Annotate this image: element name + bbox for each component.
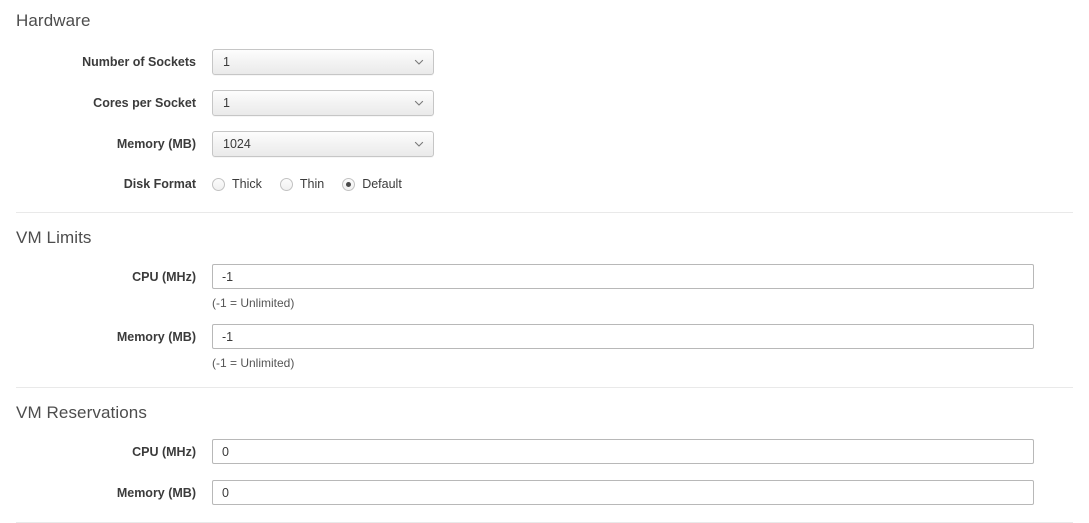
- select-memory-mb-value: 1024: [223, 137, 251, 151]
- control-number-of-sockets: 1: [212, 49, 1089, 75]
- label-number-of-sockets: Number of Sockets: [82, 55, 196, 69]
- chevron-down-icon: [414, 57, 424, 67]
- label-reservations-cpu-mhz: CPU (MHz): [132, 445, 196, 459]
- radio-mark-thick: [212, 177, 225, 191]
- form-row-reservations-cpu-mhz: CPU (MHz): [0, 439, 1089, 464]
- form-row-limits-cpu-mhz: CPU (MHz) (-1 = Unlimited): [0, 264, 1089, 310]
- radio-mark-thin: [279, 177, 293, 191]
- radio-label-default: Default: [362, 177, 402, 191]
- help-limits-cpu-mhz: (-1 = Unlimited): [212, 296, 295, 310]
- radio-label-thick: Thick: [232, 177, 262, 191]
- form-row-cores-per-socket: Cores per Socket 1: [0, 90, 1089, 116]
- radio-label-thin: Thin: [299, 177, 325, 191]
- control-limits-memory-mb: (-1 = Unlimited): [212, 324, 1089, 370]
- section-vm-limits: VM Limits CPU (MHz) (-1 = Unlimited) Mem…: [0, 213, 1089, 370]
- label-memory-mb: Memory (MB): [116, 137, 196, 151]
- radio-group-disk-format: Thick Thin Default: [212, 172, 1089, 195]
- control-disk-format: Thick Thin Default: [212, 172, 1089, 195]
- control-cores-per-socket: 1: [212, 90, 1089, 116]
- select-cores-per-socket-value: 1: [223, 96, 230, 110]
- input-reservations-cpu-mhz[interactable]: [212, 439, 1034, 464]
- radio-mark-default: [342, 177, 356, 191]
- input-limits-memory-mb[interactable]: [212, 324, 1034, 349]
- form-row-reservations-memory-mb: Memory (MB): [0, 480, 1089, 505]
- form-row-disk-format: Disk Format Thick Thin Default: [0, 172, 1089, 195]
- label-disk-format: Disk Format: [123, 177, 196, 191]
- section-title-vm-reservations: VM Reservations: [16, 403, 147, 422]
- label-cores-per-socket: Cores per Socket: [93, 96, 196, 110]
- select-cores-per-socket[interactable]: 1: [212, 90, 434, 116]
- chevron-down-icon: [414, 98, 424, 108]
- chevron-down-icon: [414, 139, 424, 149]
- label-limits-cpu-mhz: CPU (MHz): [132, 270, 196, 284]
- section-title-vm-limits: VM Limits: [16, 228, 92, 247]
- select-number-of-sockets-value: 1: [223, 55, 230, 69]
- label-reservations-memory-mb: Memory (MB): [116, 486, 196, 500]
- vm-hardware-settings-form: Hardware Number of Sockets 1 Cores per S…: [0, 0, 1089, 523]
- form-row-number-of-sockets: Number of Sockets 1: [0, 49, 1089, 75]
- form-row-memory-mb: Memory (MB) 1024: [0, 131, 1089, 157]
- input-reservations-memory-mb[interactable]: [212, 480, 1034, 505]
- control-limits-cpu-mhz: (-1 = Unlimited): [212, 264, 1089, 310]
- select-memory-mb[interactable]: 1024: [212, 131, 434, 157]
- section-vm-reservations: VM Reservations CPU (MHz) Memory (MB): [0, 388, 1089, 505]
- input-limits-cpu-mhz[interactable]: [212, 264, 1034, 289]
- control-reservations-memory-mb: [212, 480, 1089, 505]
- label-limits-memory-mb: Memory (MB): [116, 330, 196, 344]
- control-reservations-cpu-mhz: [212, 439, 1089, 464]
- select-number-of-sockets[interactable]: 1: [212, 49, 434, 75]
- help-limits-memory-mb: (-1 = Unlimited): [212, 356, 295, 370]
- section-hardware: Hardware Number of Sockets 1 Cores per S…: [0, 0, 1089, 195]
- section-title-hardware: Hardware: [16, 11, 91, 30]
- control-memory-mb: 1024: [212, 131, 1089, 157]
- radio-disk-format-default[interactable]: Default: [342, 177, 402, 191]
- radio-disk-format-thin[interactable]: Thin: [279, 177, 325, 191]
- radio-disk-format-thick[interactable]: Thick: [212, 177, 262, 191]
- form-row-limits-memory-mb: Memory (MB) (-1 = Unlimited): [0, 324, 1089, 370]
